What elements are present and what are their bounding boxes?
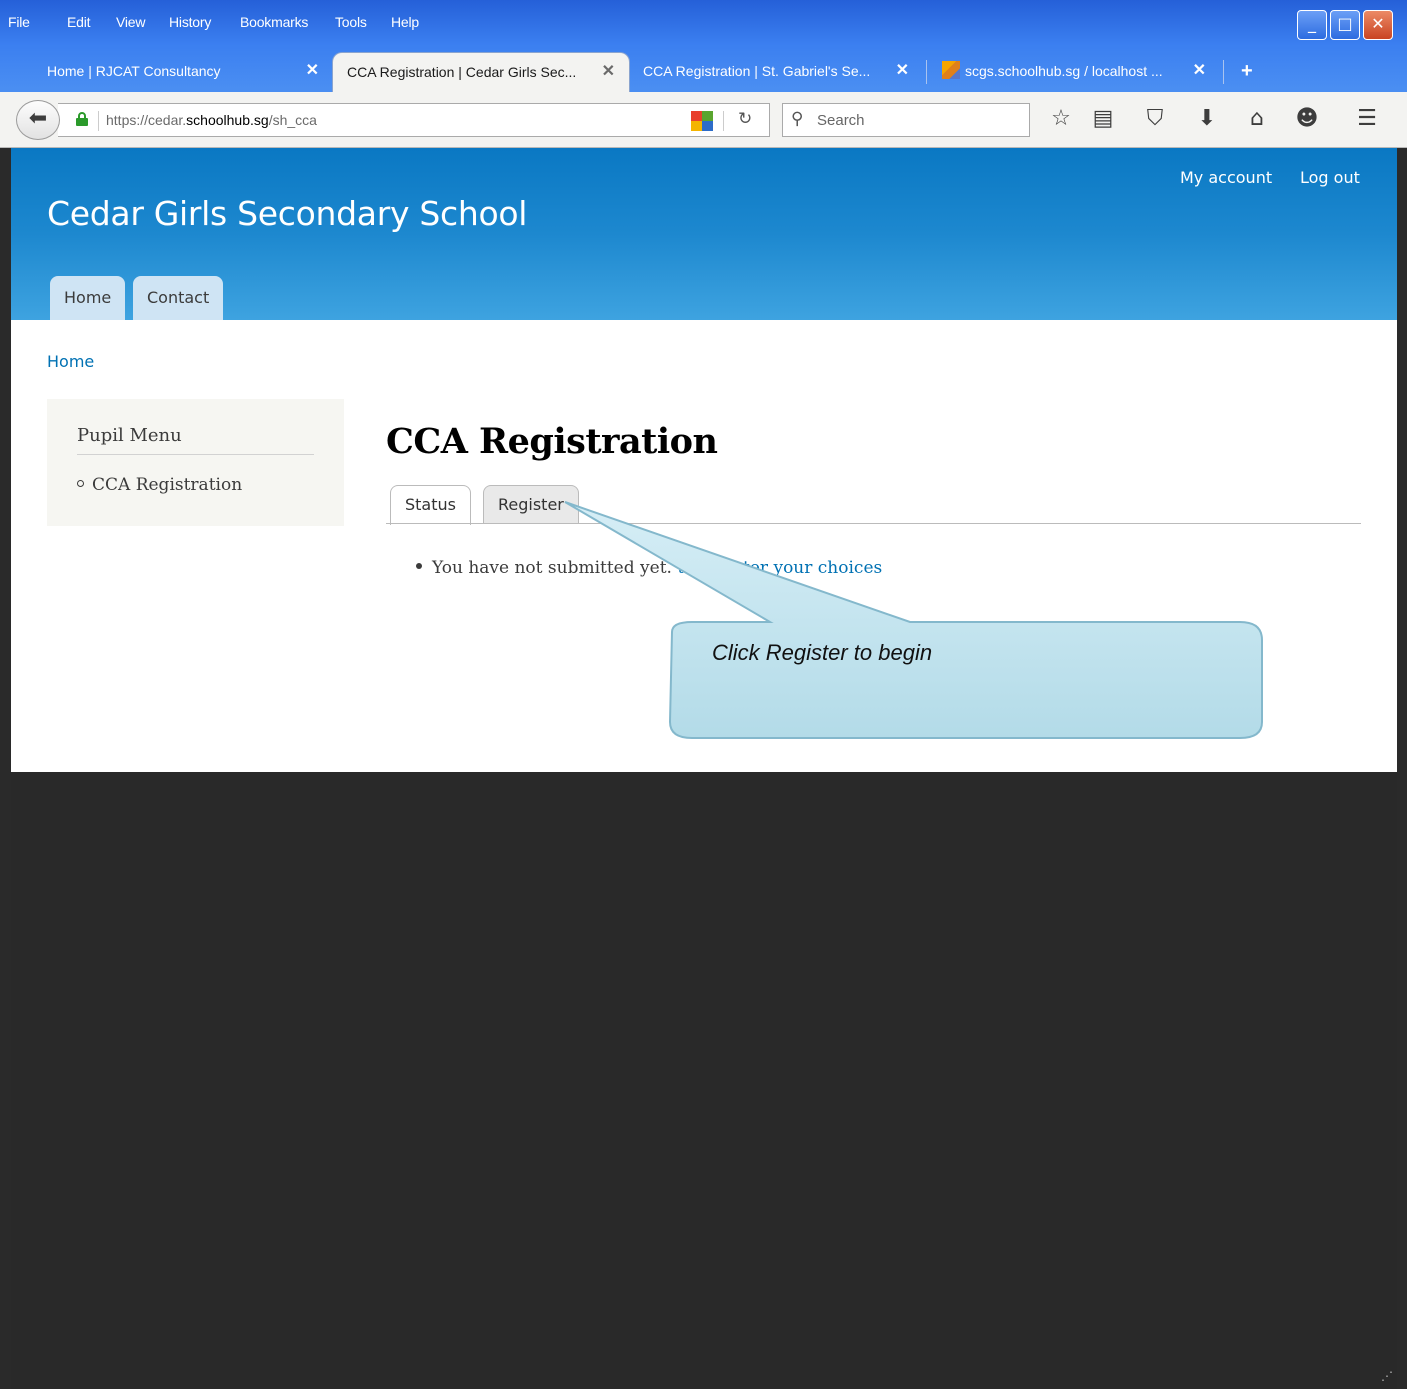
browser-tab[interactable]: Home | RJCAT Consultancy ✕ [33, 52, 333, 92]
bullet-circle-icon [77, 480, 84, 487]
page-title: CCA Registration [386, 421, 718, 462]
content-area: Home Pupil Menu CCA Registration CCA Reg… [11, 320, 1397, 772]
url-bar[interactable]: https://cedar.schoolhub.sg/sh_cca ↻ [58, 103, 770, 137]
window-controls: _ □ ✕ [1297, 10, 1395, 40]
url-separator [98, 111, 99, 131]
lock-icon [76, 112, 88, 126]
site-name[interactable]: Cedar Girls Secondary School [47, 194, 527, 233]
sidebar-item-label: CCA Registration [92, 475, 243, 495]
log-out-link[interactable]: Log out [1300, 168, 1360, 187]
minimize-icon[interactable]: _ [1297, 10, 1327, 40]
tab-title: CCA Registration | Cedar Girls Sec... [347, 64, 577, 80]
site-header: Cedar Girls Secondary School My account … [11, 148, 1397, 320]
new-tab-button[interactable]: + [1227, 52, 1267, 92]
search-icon: ⚲ [791, 109, 804, 128]
menu-edit[interactable]: Edit [67, 14, 91, 30]
tab-register[interactable]: Register [483, 485, 579, 524]
menu-help[interactable]: Help [391, 14, 419, 30]
tabs-divider [386, 523, 1361, 524]
sidebar-title: Pupil Menu [77, 425, 182, 446]
avg-security-icon[interactable] [691, 111, 713, 131]
search-placeholder: Search [817, 112, 865, 129]
bullet-icon [416, 563, 422, 569]
search-bar[interactable]: ⚲ Search [782, 103, 1030, 137]
my-account-link[interactable]: My account [1180, 168, 1272, 187]
url-separator [723, 111, 724, 131]
menu-history[interactable]: History [169, 14, 211, 30]
sidebar-item-cca-registration[interactable]: CCA Registration [77, 475, 242, 495]
navigation-toolbar: https://cedar.schoolhub.sg/sh_cca ↻ ⬅ ⚲ … [0, 92, 1407, 148]
browser-tab[interactable]: scgs.schoolhub.sg / localhost ... ✕ [928, 52, 1220, 92]
tab-separator [926, 60, 927, 84]
tab-separator [1223, 60, 1224, 84]
url-prefix: https://cedar. [106, 112, 187, 128]
browser-chrome: File Edit View History Bookmarks Tools H… [0, 0, 1407, 148]
tab-title: CCA Registration | St. Gabriel's Se... [643, 63, 871, 79]
hello-chat-icon[interactable]: ☻ [1292, 106, 1322, 132]
browser-tab[interactable]: CCA Registration | St. Gabriel's Se... ✕ [629, 52, 923, 92]
back-arrow-icon[interactable]: ⬅ [16, 100, 60, 140]
menu-bar: File Edit View History Bookmarks Tools H… [0, 8, 1280, 38]
status-text: You have not submitted yet. [432, 558, 672, 578]
url-text[interactable]: https://cedar.schoolhub.sg/sh_cca [106, 112, 317, 128]
close-window-icon[interactable]: ✕ [1363, 10, 1393, 40]
menu-tools[interactable]: Tools [335, 14, 367, 30]
reload-icon[interactable]: ↻ [738, 109, 752, 129]
close-tab-icon[interactable]: ✕ [1193, 52, 1206, 90]
status-message: You have not submitted yet. to register … [416, 558, 882, 578]
reading-list-icon[interactable]: ▤ [1088, 106, 1118, 132]
tab-title: scgs.schoolhub.sg / localhost ... [965, 63, 1163, 79]
bookmark-star-icon[interactable]: ☆ [1046, 106, 1076, 132]
url-host: schoolhub.sg [186, 112, 269, 128]
divider [77, 454, 314, 455]
browser-tab-active[interactable]: CCA Registration | Cedar Girls Sec... ✕ [332, 52, 630, 92]
close-tab-icon[interactable]: ✕ [306, 52, 319, 90]
pocket-icon[interactable]: ⛉ [1140, 106, 1170, 132]
tab-title: Home | RJCAT Consultancy [47, 63, 221, 79]
register-link[interactable]: to register your choices [677, 558, 882, 578]
pupil-menu-block: Pupil Menu CCA Registration [47, 399, 344, 526]
primary-menu-home[interactable]: Home [50, 276, 126, 320]
close-tab-icon[interactable]: ✕ [602, 53, 615, 91]
web-page: Cedar Girls Secondary School My account … [11, 148, 1397, 1389]
tab-status[interactable]: Status [390, 485, 471, 525]
breadcrumb-home[interactable]: Home [47, 352, 94, 371]
maximize-icon[interactable]: □ [1330, 10, 1360, 40]
hamburger-menu-icon[interactable]: ☰ [1352, 106, 1382, 132]
callout-text: Click Register to begin [712, 640, 933, 665]
menu-file[interactable]: File [8, 14, 30, 30]
tab-strip: Home | RJCAT Consultancy ✕ CCA Registrat… [0, 50, 1407, 92]
resize-grip-icon[interactable]: ⋰ [1381, 1369, 1395, 1383]
download-arrow-icon[interactable]: ⬇ [1192, 106, 1222, 132]
home-icon[interactable]: ⌂ [1242, 106, 1272, 132]
menu-bookmarks[interactable]: Bookmarks [240, 14, 308, 30]
primary-menu-contact[interactable]: Contact [133, 276, 224, 320]
url-path: /sh_cca [268, 112, 317, 128]
close-tab-icon[interactable]: ✕ [896, 52, 909, 90]
phpmyadmin-icon [942, 61, 960, 79]
menu-view[interactable]: View [116, 14, 145, 30]
